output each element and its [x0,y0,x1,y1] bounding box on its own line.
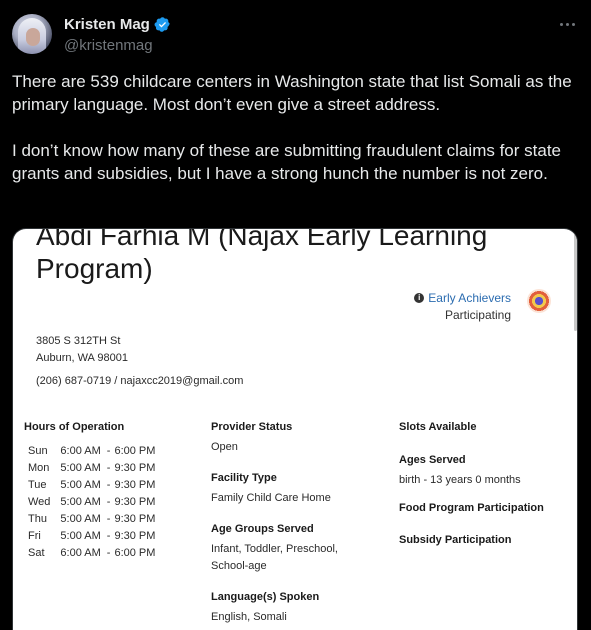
languages-value: English, Somali [211,611,287,623]
hours-close: 9:30 PM [114,461,156,474]
hours-close: 9:30 PM [114,529,156,542]
hours-row: Mon 5:00 AM -9:30 PM [24,459,161,476]
facility-type-label: Facility Type [211,472,277,484]
provider-status: Provider Status Open [211,421,396,456]
early-achievers-label: Early Achievers [428,291,511,305]
contact-info: (206) 687-0719 / najaxcc2019@gmail.com [36,375,244,387]
avatar[interactable] [12,14,52,54]
hours-row: Sun 6:00 AM -6:00 PM [24,442,161,459]
services-column: Slots Available Ages Served birth - 13 y… [399,421,574,546]
hours-close: 6:00 PM [114,444,156,457]
address-line-1: 3805 S 312TH St [36,335,121,347]
ages-served-label: Ages Served [399,454,466,466]
tweet-paragraph-2: I don’t know how many of these are submi… [12,141,561,183]
provider-column: Provider Status Open Facility Type Famil… [211,421,396,626]
slots-label: Slots Available [399,421,477,433]
tweet-body: There are 539 childcare centers in Washi… [12,70,579,208]
name-row: Kristen Mag [64,16,171,33]
food-program: Food Program Participation [399,502,574,514]
hours-separator: - [106,461,111,474]
tweet-header: Kristen Mag @kristenmag [12,12,579,60]
hours-day: Sat [28,546,45,559]
early-achievers-link[interactable]: i Early Achievers [414,291,511,305]
verified-badge-icon [154,17,170,32]
listing-title: Abdi Farhia M (Najax Early Learning Prog… [36,228,488,284]
hours-separator: - [106,529,111,542]
provider-status-value: Open [211,441,238,453]
hours-close: 9:30 PM [114,495,156,508]
hours-day: Wed [28,495,51,508]
hours-row: Wed 5:00 AM -9:30 PM [24,493,161,510]
ages-served-value: birth - 13 years 0 months [399,474,521,486]
languages-label: Language(s) Spoken [211,591,320,603]
hours-open: 5:00 AM [60,461,101,474]
avatar-face [26,28,40,46]
hours-separator: - [106,444,111,457]
hours-open: 5:00 AM [60,529,101,542]
address: 3805 S 312TH St Auburn, WA 98001 [36,333,128,367]
hours-row: Fri 5:00 AM -9:30 PM [24,527,161,544]
age-groups: Age Groups Served Infant, Toddler, Presc… [211,523,396,575]
more-options-icon[interactable] [557,20,577,28]
hours-close: 9:30 PM [114,478,156,491]
info-icon: i [414,293,425,303]
hours-day: Mon [28,461,50,474]
hours-open: 6:00 AM [60,444,101,457]
hours-row: Tue 5:00 AM -9:30 PM [24,476,161,493]
hours-open: 5:00 AM [60,512,101,525]
hours-open: 5:00 AM [60,478,101,491]
hours-heading: Hours of Operation [24,421,125,433]
listing-screenshot: Abdi Farhia M (Najax Early Learning Prog… [13,228,577,630]
hours-day: Thu [28,512,47,525]
hours-row: Thu 5:00 AM -9:30 PM [24,510,161,527]
subsidy: Subsidy Participation [399,534,574,546]
hours-close: 9:30 PM [114,512,156,525]
hours-separator: - [106,512,111,525]
hours-open: 5:00 AM [60,495,101,508]
handle[interactable]: @kristenmag [64,37,153,54]
early-achievers-badge-icon [527,289,551,313]
age-groups-value: Infant, Toddler, Preschool, School-age [211,543,338,572]
facility-type: Facility Type Family Child Care Home [211,472,396,507]
display-name[interactable]: Kristen Mag [64,16,150,33]
hours-table: Sun 6:00 AM -6:00 PM Mon 5:00 AM -9:30 PM Tue 5… [24,442,161,561]
hours-day: Fri [28,529,41,542]
hours-column: Hours of Operation Sun 6:00 AM -6:00 PM Mon… [24,421,209,561]
food-program-label: Food Program Participation [399,502,544,514]
facility-type-value: Family Child Care Home [211,492,331,504]
provider-status-label: Provider Status [211,421,293,433]
hours-row: Sat 6:00 AM -6:00 PM [24,544,161,561]
hours-separator: - [106,495,111,508]
ages-served: Ages Served birth - 13 years 0 months [399,454,574,489]
hours-day: Tue [28,478,47,491]
early-achievers: i Early Achievers Participating [414,291,511,322]
subsidy-label: Subsidy Participation [399,534,512,546]
hours-separator: - [106,478,111,491]
scrollbar [574,231,577,331]
languages: Language(s) Spoken English, Somali [211,591,396,626]
hours-separator: - [106,546,111,559]
hours-close: 6:00 PM [114,546,156,559]
hours-day: Sun [28,444,48,457]
media-image[interactable]: Abdi Farhia M (Najax Early Learning Prog… [12,228,578,630]
hours-open: 6:00 AM [60,546,101,559]
early-achievers-status: Participating [444,308,511,322]
tweet-paragraph-1: There are 539 childcare centers in Washi… [12,72,572,114]
age-groups-label: Age Groups Served [211,523,314,535]
address-line-2: Auburn, WA 98001 [36,352,128,364]
